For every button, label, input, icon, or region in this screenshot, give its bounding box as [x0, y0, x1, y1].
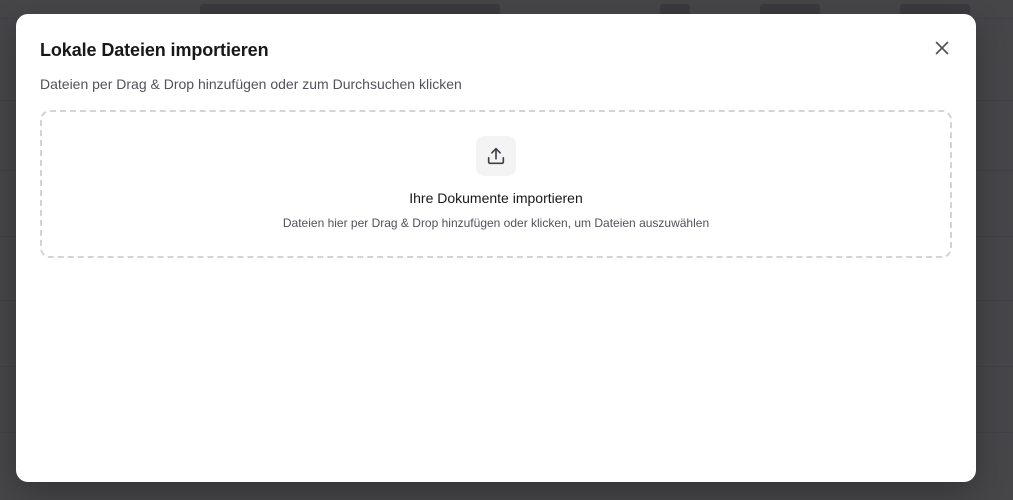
upload-icon-container — [476, 136, 516, 176]
close-button[interactable] — [930, 36, 954, 60]
file-dropzone[interactable]: Ihre Dokumente importieren Dateien hier … — [40, 110, 952, 258]
dropzone-hint: Dateien hier per Drag & Drop hinzufügen … — [282, 216, 710, 230]
dialog-title: Lokale Dateien importieren — [40, 40, 269, 60]
upload-icon — [485, 145, 507, 167]
dropzone-title: Ihre Dokumente importieren — [409, 190, 583, 206]
close-icon — [934, 40, 950, 56]
import-dialog: Lokale Dateien importieren Dateien per D… — [16, 14, 976, 482]
dialog-subtitle: Dateien per Drag & Drop hinzufügen oder … — [40, 76, 462, 92]
